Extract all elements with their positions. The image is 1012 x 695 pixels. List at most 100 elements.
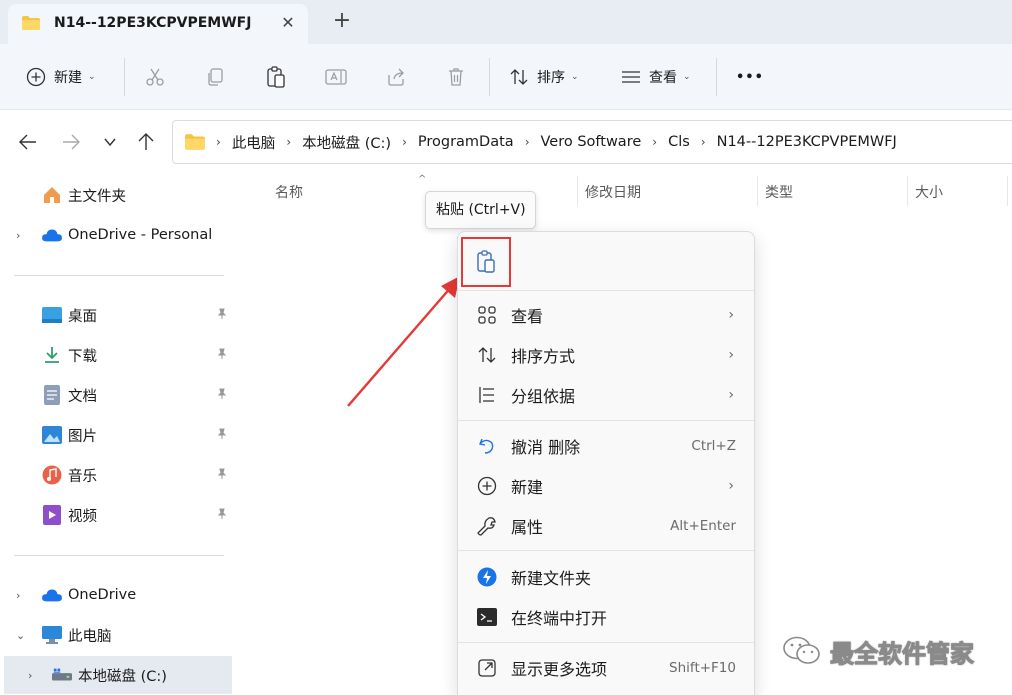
- sidebar-divider: [14, 275, 224, 276]
- breadcrumb-this-pc[interactable]: 此电脑: [232, 132, 276, 153]
- sidebar-item-desktop[interactable]: 桌面: [0, 297, 236, 333]
- up-button[interactable]: [134, 130, 158, 154]
- menu-item-sort-by[interactable]: 排序方式 ›: [458, 335, 754, 375]
- sidebar-item-label: 图片: [68, 428, 97, 445]
- chevron-right-icon[interactable]: ›: [16, 229, 20, 242]
- sidebar-item-onedrive-personal[interactable]: › OneDrive - Personal: [0, 217, 236, 253]
- trash-icon: [449, 68, 463, 86]
- copy-button[interactable]: [205, 44, 225, 110]
- sidebar-item-onedrive[interactable]: › OneDrive: [0, 577, 236, 613]
- sidebar-item-label: OneDrive - Personal: [68, 227, 213, 243]
- picture-icon: [42, 425, 62, 445]
- music-icon: [42, 465, 62, 485]
- chevron-down-icon[interactable]: ⌄: [16, 629, 25, 642]
- column-divider[interactable]: [1007, 176, 1008, 206]
- forward-button[interactable]: [59, 130, 83, 154]
- sidebar-item-this-pc[interactable]: ⌄ 此电脑: [0, 617, 236, 653]
- breadcrumb-separator[interactable]: ›: [701, 135, 706, 149]
- recent-locations-button[interactable]: [98, 130, 122, 154]
- arrow-left-icon: [19, 134, 36, 150]
- menu-item-undo-delete[interactable]: 撤消 删除 Ctrl+Z: [458, 426, 754, 466]
- view-list-icon: [622, 71, 640, 83]
- sidebar-item-videos[interactable]: 视频: [0, 497, 236, 533]
- sidebar-item-home[interactable]: 主文件夹: [0, 177, 236, 213]
- address-bar[interactable]: › 此电脑 › 本地磁盘 (C:) › ProgramData › Vero S…: [172, 120, 1012, 164]
- breadcrumb-current-folder[interactable]: N14--12PE3KCPVPEMWFJ: [717, 134, 897, 150]
- sidebar-item-label: 下载: [68, 348, 97, 365]
- view-button[interactable]: 查看 ⌄: [621, 44, 691, 110]
- terminal-icon: [475, 605, 499, 629]
- pin-icon[interactable]: [216, 468, 228, 483]
- more-options-button[interactable]: •••: [736, 44, 764, 110]
- sort-icon: [475, 343, 499, 367]
- pin-icon[interactable]: [216, 388, 228, 403]
- chevron-down-icon: ⌄: [683, 72, 691, 82]
- menu-item-new[interactable]: 新建 ›: [458, 466, 754, 506]
- breadcrumb-programdata[interactable]: ProgramData: [418, 134, 514, 150]
- chevron-right-icon: ›: [728, 478, 734, 494]
- chevron-right-icon[interactable]: ›: [28, 669, 32, 682]
- column-divider[interactable]: [907, 176, 908, 206]
- menu-item-label: 在终端中打开: [511, 609, 608, 628]
- menu-item-label: 查看: [511, 307, 544, 326]
- cut-button[interactable]: [145, 44, 165, 110]
- share-button[interactable]: [386, 44, 406, 110]
- menu-item-new-folder[interactable]: 新建文件夹: [458, 557, 754, 597]
- breadcrumb-separator[interactable]: ›: [525, 135, 530, 149]
- sort-button-label: 排序: [537, 70, 565, 86]
- breadcrumb-separator[interactable]: ›: [652, 135, 657, 149]
- sidebar-item-local-disk[interactable]: › 本地磁盘 (C:): [4, 656, 232, 694]
- menu-item-properties[interactable]: 属性 Alt+Enter: [458, 506, 754, 546]
- breadcrumb-vero-software[interactable]: Vero Software: [541, 134, 642, 150]
- sort-button[interactable]: 排序 ⌄: [509, 44, 579, 110]
- pin-icon[interactable]: [216, 508, 228, 523]
- menu-item-label: 撤消 删除: [511, 438, 581, 457]
- cloud-icon: [42, 225, 62, 245]
- grid-icon: [475, 303, 499, 327]
- column-header-size[interactable]: 大小: [915, 182, 943, 202]
- close-tab-icon[interactable]: ✕: [278, 13, 298, 33]
- breadcrumb-local-disk[interactable]: 本地磁盘 (C:): [302, 132, 391, 153]
- group-list-icon: [475, 383, 499, 407]
- back-button[interactable]: [16, 130, 40, 154]
- drive-icon: [52, 665, 72, 685]
- breadcrumb-separator[interactable]: ›: [402, 135, 407, 149]
- paste-quick-button[interactable]: [461, 237, 511, 287]
- navigation-pane: 主文件夹 › OneDrive - Personal 桌面 下载 文档 图片 音…: [0, 174, 236, 695]
- computer-icon: [42, 625, 62, 645]
- chevron-right-icon: ›: [728, 347, 734, 363]
- chevron-down-icon: [104, 138, 116, 147]
- sidebar-item-documents[interactable]: 文档: [0, 377, 236, 413]
- new-button[interactable]: 新建 ⌄: [26, 44, 96, 110]
- delete-button[interactable]: [446, 44, 466, 110]
- context-menu-quick-actions: [458, 232, 754, 290]
- column-divider[interactable]: [577, 176, 578, 206]
- menu-item-view[interactable]: 查看 ›: [458, 295, 754, 335]
- sidebar-item-pictures[interactable]: 图片: [0, 417, 236, 453]
- column-divider[interactable]: [757, 176, 758, 206]
- rename-button[interactable]: [325, 44, 347, 110]
- clipboard-icon: [267, 66, 285, 88]
- new-button-label: 新建: [54, 70, 82, 86]
- column-header-modified[interactable]: 修改日期: [585, 182, 641, 202]
- menu-item-show-more-options[interactable]: 显示更多选项 Shift+F10: [458, 648, 754, 688]
- sidebar-item-music[interactable]: 音乐: [0, 457, 236, 493]
- menu-item-label: 显示更多选项: [511, 660, 608, 679]
- chevron-right-icon[interactable]: ›: [16, 589, 20, 602]
- tab-active[interactable]: N14--12PE3KCPVPEMWFJ ✕: [8, 4, 308, 44]
- new-tab-icon[interactable]: +: [330, 9, 354, 33]
- column-header-type[interactable]: 类型: [765, 182, 793, 202]
- sidebar-item-downloads[interactable]: 下载: [0, 337, 236, 373]
- pin-icon[interactable]: [216, 308, 228, 323]
- pin-icon[interactable]: [216, 428, 228, 443]
- toolbar-divider: [124, 58, 125, 96]
- menu-item-group-by[interactable]: 分组依据 ›: [458, 375, 754, 415]
- breadcrumb-separator[interactable]: ›: [286, 135, 291, 149]
- paste-button[interactable]: [265, 44, 287, 110]
- breadcrumb-cls[interactable]: Cls: [668, 134, 690, 150]
- watermark: 最全软件管家: [782, 633, 975, 669]
- undo-icon: [475, 434, 499, 458]
- column-header-name[interactable]: 名称: [275, 182, 303, 202]
- menu-item-open-terminal[interactable]: 在终端中打开: [458, 597, 754, 637]
- pin-icon[interactable]: [216, 348, 228, 363]
